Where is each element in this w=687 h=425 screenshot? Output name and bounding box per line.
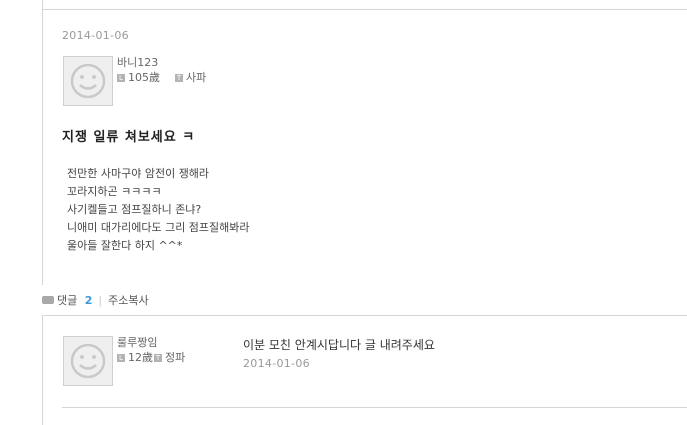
level-tag-icon: L <box>117 354 125 362</box>
post-title: 지쟁 일류 쳐보세요 ㅋ <box>62 130 196 145</box>
level-tag-icon: L <box>117 74 125 82</box>
comment-divider <box>62 407 687 408</box>
comment-box-left <box>42 315 43 425</box>
author-age: 105歲 <box>128 71 160 84</box>
type-tag-icon: T <box>175 74 183 82</box>
default-avatar-icon <box>70 343 106 379</box>
comment-author-name[interactable]: 룰루짱임 <box>117 334 185 349</box>
post-body: 전만한 사마구야 암전이 쟁해라 꼬라지하곤 ㅋㅋㅋㅋ 사기켈들고 점프질하니 … <box>67 165 250 255</box>
author-name[interactable]: 바니123 <box>117 54 206 69</box>
comment-bubble-icon <box>42 296 54 304</box>
default-avatar-icon <box>70 63 106 99</box>
comment-author-info: 룰루짱임 L 12歲 T 정파 <box>117 334 185 365</box>
action-separator: | <box>98 294 103 307</box>
post-actions: 댓글 2 | 주소복사 <box>42 292 149 308</box>
comment-count[interactable]: 2 <box>85 294 93 307</box>
comment-avatar[interactable] <box>63 336 113 386</box>
comment-date: 2014-01-06 <box>243 357 310 370</box>
comment-author-meta: L 12歲 T 정파 <box>117 349 185 365</box>
post-left-border <box>42 0 43 285</box>
body-line: 사기켈들고 점프질하니 존냐? <box>67 203 202 216</box>
body-line: 전만한 사마구야 암전이 쟁해라 <box>67 167 210 180</box>
comment-toggle[interactable]: 댓글 <box>57 294 77 307</box>
body-line: 꼬라지하곤 ㅋㅋㅋㅋ <box>67 185 162 198</box>
top-divider <box>42 9 687 10</box>
body-line: 니애미 대가리에다도 그리 점프질해봐라 <box>67 221 250 234</box>
author-info: 바니123 L 105歲 T 사파 <box>117 54 206 85</box>
comment-box-top <box>42 315 687 316</box>
author-type: 사파 <box>186 71 207 84</box>
comment-author-type: 정파 <box>165 351 186 364</box>
copy-url-link[interactable]: 주소복사 <box>108 294 148 307</box>
author-avatar[interactable] <box>63 56 113 106</box>
comment-author-age: 12歲 <box>128 351 153 364</box>
comment-text: 이분 모친 안계시답니다 글 내려주세요 <box>243 338 435 352</box>
post-date: 2014-01-06 <box>62 29 129 42</box>
author-meta: L 105歲 T 사파 <box>117 69 206 85</box>
body-line: 울아들 잘한다 하지 ^^* <box>67 239 183 252</box>
type-tag-icon: T <box>154 354 162 362</box>
